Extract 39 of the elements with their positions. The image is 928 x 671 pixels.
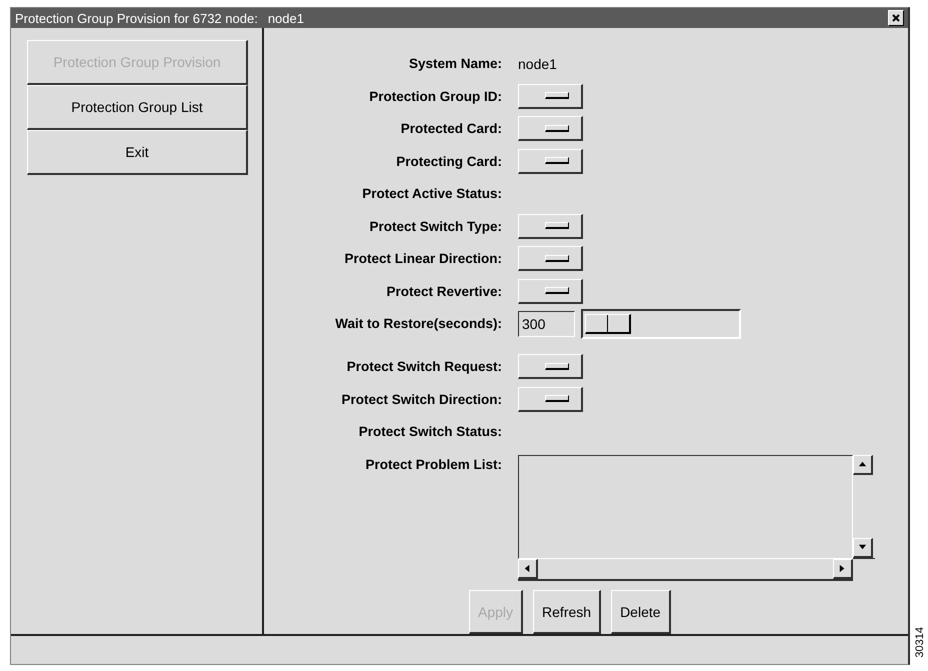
down-arrow-icon	[858, 542, 867, 552]
window-title: Protection Group Provision for 6732 node:	[15, 10, 258, 26]
system-name-value: node1	[518, 55, 557, 74]
field-label: Protecting Card:	[395, 152, 503, 171]
field-label: Protected Card:	[400, 120, 503, 138]
field-label: Wait to Restore(seconds):	[334, 315, 503, 333]
field-label: Protect Switch Direction:	[340, 390, 503, 408]
field-label: Protect Switch Type:	[368, 218, 503, 236]
option-menu-button[interactable]	[518, 84, 583, 108]
option-menu-button[interactable]	[518, 214, 583, 238]
field-label: Protect Switch Request:	[346, 358, 503, 376]
option-menu-button[interactable]	[518, 148, 583, 174]
close-icon	[892, 14, 900, 22]
right-arrow-icon	[838, 564, 847, 572]
slider-thumb[interactable]	[585, 314, 631, 334]
option-menu-button[interactable]	[518, 246, 583, 271]
field-label: Protect Switch Status:	[358, 423, 503, 441]
action-button[interactable]: Delete	[611, 590, 671, 634]
option-menu-button[interactable]	[518, 278, 583, 304]
field-label: Protection Group ID:	[368, 88, 503, 106]
sidebar-button[interactable]: Protection Group List	[27, 85, 248, 130]
field-label: Protect Active Status:	[361, 185, 503, 203]
up-arrow-icon	[858, 460, 867, 468]
left-arrow-icon	[523, 564, 532, 572]
option-menu-button[interactable]	[518, 386, 583, 412]
field-label: Protect Linear Direction:	[343, 250, 503, 268]
horizontal-scrollbar[interactable]	[518, 558, 853, 580]
field-label: Protect Problem List:	[364, 456, 503, 474]
sidebar-button[interactable]: Exit	[27, 130, 248, 175]
seconds-field[interactable]: 300	[518, 311, 575, 337]
vertical-scrollbar[interactable]	[853, 454, 875, 558]
field-label: Protect Revertive:	[385, 282, 503, 300]
action-button[interactable]: Refresh	[533, 590, 602, 634]
option-menu-button[interactable]	[518, 116, 583, 141]
node-name: node1	[268, 10, 304, 26]
close-button[interactable]	[888, 10, 904, 26]
figure-number: 30314	[914, 627, 926, 658]
option-menu-button[interactable]	[518, 354, 583, 379]
field-label: System Name:	[408, 55, 503, 73]
